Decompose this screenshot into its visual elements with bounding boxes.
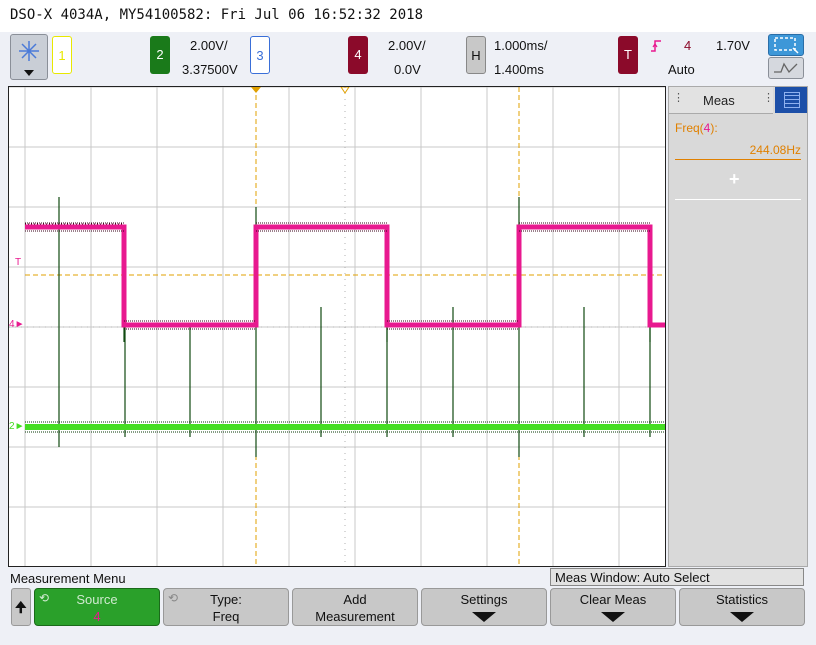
submenu-arrow-icon <box>730 612 754 622</box>
chevron-down-icon <box>24 70 34 76</box>
grid-icon <box>784 92 800 108</box>
channel-1-label: 1 <box>58 48 66 63</box>
meas-window-status: Meas Window: Auto Select <box>550 568 804 586</box>
softkey-source-value: 4 <box>93 609 101 624</box>
trigger-label: T <box>624 47 632 62</box>
keysight-logo-icon <box>19 41 39 61</box>
trigger-level-marker[interactable]: T <box>15 257 21 268</box>
drag-handle-icon: ⋮ <box>673 92 684 104</box>
timebase: 1.000ms/ <box>494 38 548 53</box>
ch4-noise <box>25 222 650 330</box>
ch4-ground-marker[interactable]: 4► <box>9 319 24 330</box>
softkey-statistics[interactable]: Statistics <box>679 588 805 626</box>
softkey-add-value: Measurement <box>315 609 395 624</box>
meas-name: Freq( <box>675 121 704 135</box>
channel-3-label: 3 <box>256 48 264 63</box>
softkey-clear-label: Clear Meas <box>579 592 647 607</box>
channel-4-button[interactable]: 4 <box>348 36 368 74</box>
zoom-select-button[interactable] <box>768 34 804 56</box>
channel-bar: 1 2 2.00V/ 3.37500V 3 4 2.00V/ 0.0V H 1.… <box>0 32 816 86</box>
meas-tab-label: Meas <box>703 93 735 108</box>
submenu-arrow-icon <box>472 612 496 622</box>
rising-edge-icon <box>651 40 661 52</box>
trigger-button[interactable]: T <box>618 36 638 74</box>
ground-icon: ► <box>14 319 25 330</box>
softkey-menu: Measurement Menu Meas Window: Auto Selec… <box>0 567 816 645</box>
horizontal-button[interactable]: H <box>466 36 486 74</box>
meas-divider-2 <box>675 199 801 200</box>
softkey-statistics-label: Statistics <box>715 592 768 607</box>
meas-suffix: ): <box>710 121 718 135</box>
softkey-type-label: Type: <box>210 592 242 607</box>
waveform-draw-button[interactable] <box>768 57 804 79</box>
channel-4-label: 4 <box>354 47 362 62</box>
add-measurement-icon[interactable]: + <box>729 169 740 190</box>
measurement-panel: ⋮ Meas ⋮ Freq(4): 244.08Hz + <box>668 86 808 567</box>
softkey-add-label: Add <box>343 592 367 607</box>
channel-3-button[interactable]: 3 <box>250 36 270 74</box>
zoom-box-icon <box>774 37 799 54</box>
channel-2-scale: 2.00V/ <box>190 38 228 53</box>
softkey-add-measurement[interactable]: Add Measurement <box>292 588 418 626</box>
softkey-clear-meas[interactable]: Clear Meas <box>550 588 676 626</box>
channel-1-button[interactable]: 1 <box>52 36 72 74</box>
trigger-source: 4 <box>684 38 692 53</box>
menu-back-button[interactable]: 🠉 <box>11 588 31 626</box>
meas-tab[interactable]: ⋮ Meas ⋮ <box>669 87 774 114</box>
meas-divider <box>675 159 801 160</box>
softkey-settings-label: Settings <box>460 592 508 607</box>
meas-window-status-text: Meas Window: Auto Select <box>555 570 710 585</box>
channel-4-offset: 0.0V <box>394 62 421 77</box>
trigger-level: 1.70V <box>716 38 750 53</box>
softkey-type-value: Freq <box>212 609 240 624</box>
ch2-ground-marker[interactable]: 2► <box>9 421 24 432</box>
ground-icon: ► <box>14 421 25 432</box>
meas-value: 244.08Hz <box>749 143 801 157</box>
softkey-source-label: Source <box>76 592 118 607</box>
acquire-menu-button[interactable] <box>10 34 48 80</box>
channel-2-button[interactable]: 2 <box>150 36 170 74</box>
waveform-display[interactable]: T 4► 2► <box>8 86 666 567</box>
menu-title: Measurement Menu <box>10 571 126 586</box>
channel-4-scale: 2.00V/ <box>388 38 426 53</box>
submenu-arrow-icon <box>601 612 625 622</box>
channel-2-offset: 3.37500V <box>182 62 238 77</box>
meas-name-row: Freq(4): <box>675 121 801 135</box>
meas-item[interactable]: Freq(4): 244.08Hz <box>675 121 801 161</box>
horizontal-label: H <box>471 48 481 63</box>
channel-2-label: 2 <box>156 47 164 62</box>
softkey-source[interactable]: ⟲ Source 4 <box>34 588 160 626</box>
panel-switch-button[interactable] <box>775 87 807 113</box>
trigger-mode: Auto <box>668 62 695 77</box>
instrument-title: DSO-X 4034A, MY54100582: Fri Jul 06 16:5… <box>10 7 424 23</box>
softkey-settings[interactable]: Settings <box>421 588 547 626</box>
trigger-marker-label: T <box>15 257 22 268</box>
trigger-position-marker[interactable] <box>251 87 261 93</box>
arrow-up-icon: 🠉 <box>15 599 27 615</box>
graticule <box>9 87 665 566</box>
softkey-type[interactable]: ⟲ Type: Freq <box>163 588 289 626</box>
horizontal-delay: 1.400ms <box>494 62 544 77</box>
waveform-icon <box>774 62 798 74</box>
title-bar: DSO-X 4034A, MY54100582: Fri Jul 06 16:5… <box>0 0 816 32</box>
ch4-trace <box>25 224 665 328</box>
drag-handle-icon: ⋮ <box>763 92 774 104</box>
